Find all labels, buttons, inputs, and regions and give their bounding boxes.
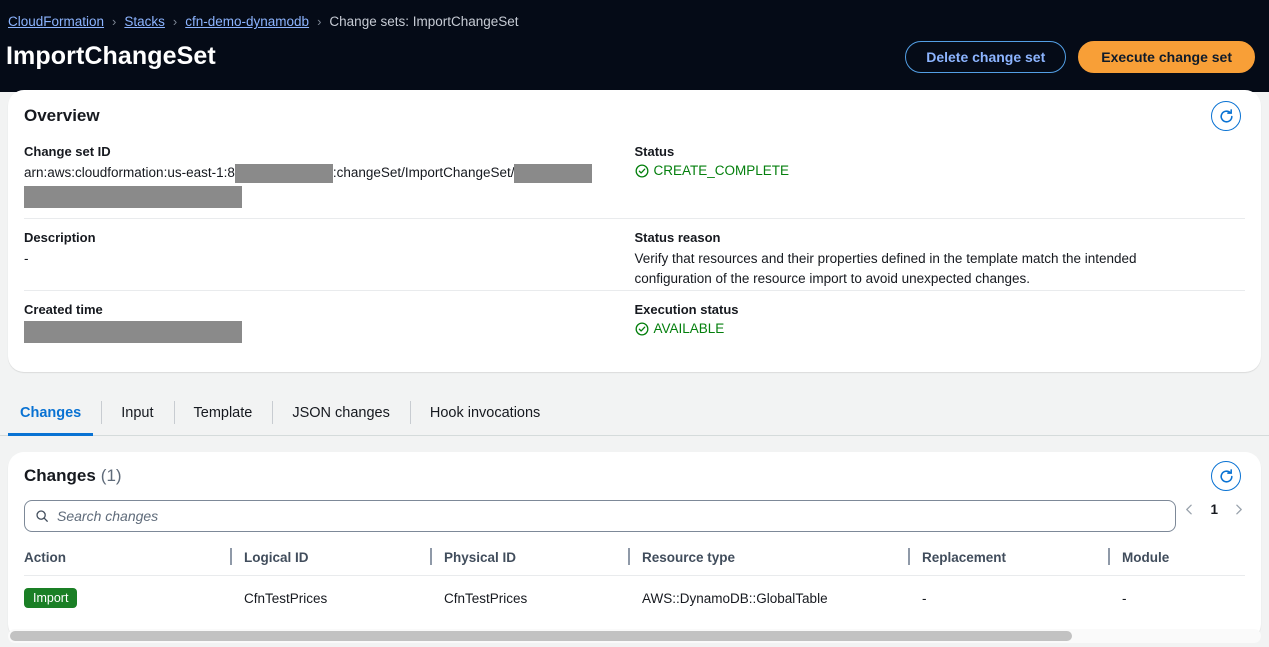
scrollbar-thumb[interactable] [10, 631, 1072, 641]
changes-card: Changes (1) Search changes 1 Action Logi… [8, 452, 1261, 640]
change-set-id-prefix: arn:aws:cloudformation:us-east-1:8 [24, 165, 235, 180]
search-input[interactable]: Search changes [24, 500, 1176, 532]
overview-refresh-button[interactable] [1211, 101, 1241, 131]
chevron-left-icon [1186, 504, 1193, 515]
table-header: Action Logical ID Physical ID Resource t… [24, 542, 1245, 576]
status-reason-value: Verify that resources and their properti… [634, 251, 1137, 286]
change-set-id-middle: :changeSet/ImportChangeSet/ [332, 165, 515, 180]
cell-module: - [1122, 590, 1127, 606]
execute-change-set-button[interactable]: Execute change set [1078, 41, 1255, 73]
check-circle-icon [635, 164, 648, 177]
overview-card-header: Overview [8, 90, 1261, 142]
check-circle-icon [635, 322, 648, 335]
top-header-bar: CloudFormation › Stacks › cfn-demo-dynam… [0, 0, 1269, 92]
status-value: CREATE_COMPLETE [635, 163, 1230, 178]
change-set-id-value: arn:aws:cloudformation:us-east-1:8 :chang… [24, 163, 619, 208]
cell-resource-type: AWS::DynamoDB::GlobalTable [642, 590, 828, 606]
changes-table: Action Logical ID Physical ID Resource t… [24, 542, 1245, 620]
status-reason-label: Status reason [634, 230, 721, 245]
tab-hook-invocations[interactable]: Hook invocations [409, 390, 560, 435]
breadcrumb-item-cloudformation[interactable]: CloudFormation [8, 14, 104, 29]
changes-count: (1) [100, 466, 122, 485]
breadcrumb-item-stack-name[interactable]: cfn-demo-dynamodb [185, 14, 309, 29]
overview-row-identity: Change set ID arn:aws:cloudformation:us-… [8, 142, 1261, 208]
breadcrumb-item-stacks[interactable]: Stacks [124, 14, 165, 29]
description-label: Description [24, 230, 96, 245]
execution-status-label: Execution status [634, 302, 739, 317]
column-header-module[interactable]: Module [1108, 542, 1245, 576]
search-icon [36, 510, 48, 522]
cell-physical-id: CfnTestPrices [444, 590, 528, 606]
status-block: Status CREATE_COMPLETE [635, 144, 1246, 208]
description-value: - [24, 251, 29, 266]
created-time-value [24, 321, 619, 343]
refresh-icon [1219, 108, 1233, 123]
status-reason-block: Status reason Verify that resources and … [635, 230, 1246, 290]
execution-status-text: AVAILABLE [653, 321, 725, 336]
pagination-current-page[interactable]: 1 [1210, 502, 1218, 517]
redacted-changeset-uuid-part1 [514, 163, 593, 183]
overview-card: Overview Change set ID arn:aws:cloudform… [8, 90, 1261, 372]
tab-json-changes[interactable]: JSON changes [272, 390, 410, 435]
column-header-resource-type[interactable]: Resource type [628, 542, 922, 576]
status-text: CREATE_COMPLETE [653, 163, 790, 178]
changes-table-wrapper: Action Logical ID Physical ID Resource t… [8, 542, 1261, 620]
execution-status-value: AVAILABLE [635, 321, 1230, 336]
column-header-action[interactable]: Action [24, 542, 244, 576]
overview-row-timing: Created time Execution status AVAILABLE [8, 291, 1261, 343]
horizontal-scrollbar[interactable] [8, 629, 1261, 643]
breadcrumb-item-current: Change sets: ImportChangeSet [329, 14, 519, 29]
tab-template[interactable]: Template [173, 390, 273, 435]
tab-bar: Changes Input Template JSON changes Hook… [0, 390, 1269, 436]
redacted-account-id [234, 163, 333, 183]
description-block: Description - [24, 230, 635, 290]
cell-replacement: - [922, 590, 927, 606]
changes-title: Changes [24, 466, 96, 485]
refresh-icon [1219, 468, 1233, 483]
breadcrumb-separator-icon: › [112, 14, 117, 29]
change-set-id-label: Change set ID [24, 144, 111, 159]
table-row[interactable]: Import CfnTestPrices CfnTestPrices AWS::… [24, 576, 1245, 621]
breadcrumb-separator-icon: › [172, 14, 178, 29]
column-header-physical-id[interactable]: Physical ID [430, 542, 642, 576]
status-label: Status [634, 144, 675, 159]
overview-title: Overview [24, 106, 100, 125]
table-body: Import CfnTestPrices CfnTestPrices AWS::… [24, 576, 1245, 621]
created-time-block: Created time [24, 302, 635, 343]
change-set-id-block: Change set ID arn:aws:cloudformation:us-… [24, 144, 635, 208]
page-root: CloudFormation › Stacks › cfn-demo-dynam… [0, 0, 1269, 647]
delete-change-set-button[interactable]: Delete change set [905, 41, 1067, 73]
chevron-right-icon [1236, 504, 1242, 515]
tab-input[interactable]: Input [101, 390, 173, 435]
column-header-replacement[interactable]: Replacement [908, 542, 1122, 576]
column-header-logical-id[interactable]: Logical ID [230, 542, 444, 576]
search-row: Search changes 1 [8, 500, 1261, 542]
redacted-changeset-uuid-part2 [24, 186, 242, 208]
pagination-prev-button[interactable] [1183, 503, 1196, 516]
search-placeholder: Search changes [57, 508, 159, 524]
execution-status-block: Execution status AVAILABLE [635, 302, 1246, 343]
cell-logical-id: CfnTestPrices [244, 590, 328, 606]
page-title: ImportChangeSet [6, 42, 216, 70]
cell-action: Import [24, 576, 244, 621]
breadcrumb-separator-icon: › [317, 14, 322, 29]
created-time-label: Created time [24, 302, 103, 317]
action-badge: Import [24, 588, 78, 608]
pagination-next-button[interactable] [1232, 503, 1245, 516]
breadcrumb: CloudFormation › Stacks › cfn-demo-dynam… [8, 14, 519, 29]
header-actions: Delete change set Execute change set [905, 41, 1255, 73]
table-header-row: Action Logical ID Physical ID Resource t… [24, 542, 1245, 576]
changes-card-header: Changes (1) [8, 452, 1261, 500]
overview-row-description: Description - Status reason Verify that … [8, 219, 1261, 290]
pagination: 1 [1183, 502, 1245, 517]
redacted-created-time [24, 321, 242, 343]
changes-refresh-button[interactable] [1211, 461, 1241, 491]
tab-changes[interactable]: Changes [0, 390, 101, 436]
